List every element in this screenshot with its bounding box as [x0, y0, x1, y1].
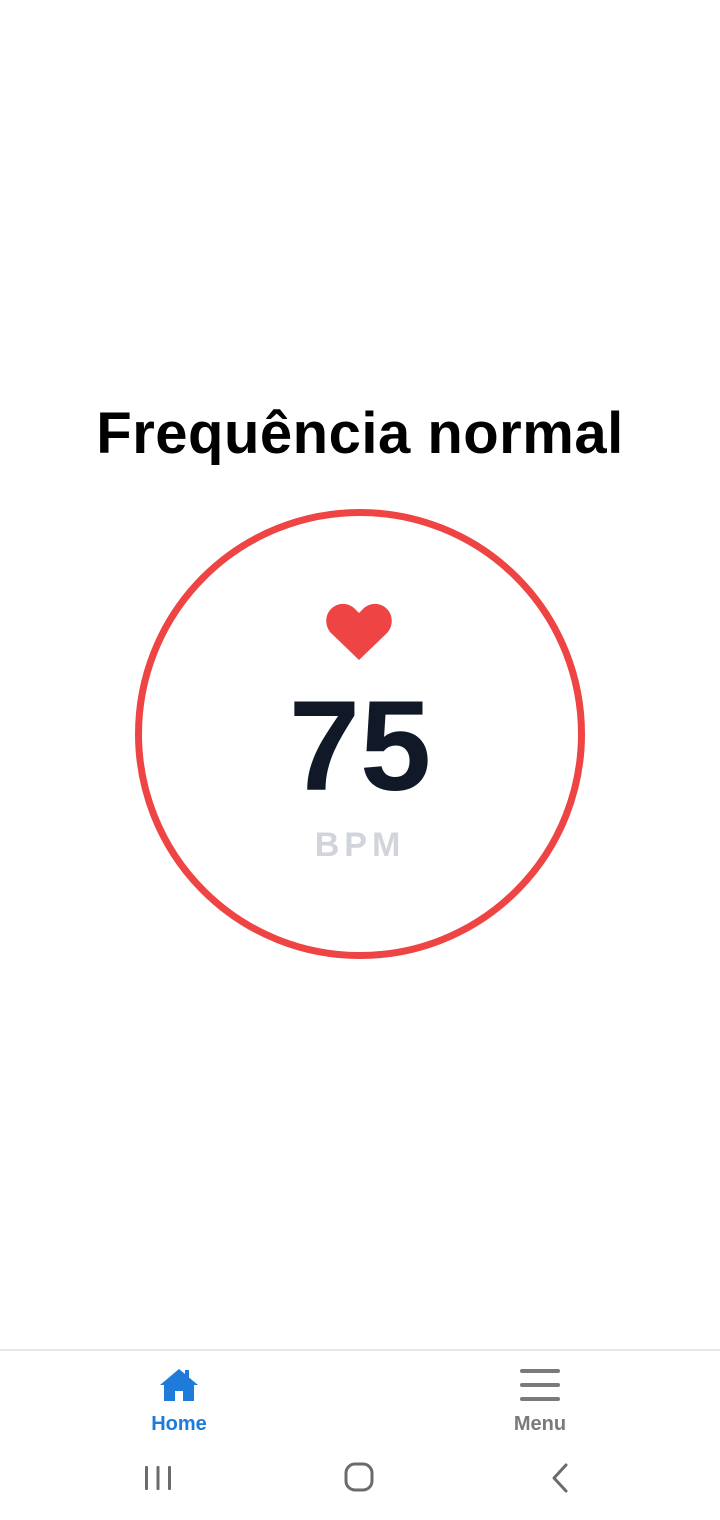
- heart-rate-screen: Frequência normal 75 BPM Home Menu: [0, 0, 720, 1520]
- nav-home-button[interactable]: Home: [79, 1351, 279, 1447]
- bottom-nav: Home Menu: [0, 1349, 720, 1447]
- menu-icon: [520, 1369, 560, 1401]
- bpm-value: 75: [288, 675, 432, 818]
- nav-menu-label: Menu: [513, 1413, 567, 1435]
- bpm-unit-label: BPM: [314, 826, 406, 864]
- home-icon: [160, 1369, 198, 1401]
- status-title: Frequência normal: [96, 401, 624, 466]
- home-circle-icon[interactable]: [337, 1461, 381, 1495]
- system-navigation-bar: [0, 1445, 720, 1520]
- heart-icon: [326, 603, 392, 660]
- back-icon[interactable]: [539, 1461, 583, 1495]
- nav-menu-button[interactable]: Menu: [440, 1351, 640, 1447]
- nav-home-label: Home: [151, 1413, 207, 1435]
- recent-apps-icon[interactable]: [136, 1461, 180, 1495]
